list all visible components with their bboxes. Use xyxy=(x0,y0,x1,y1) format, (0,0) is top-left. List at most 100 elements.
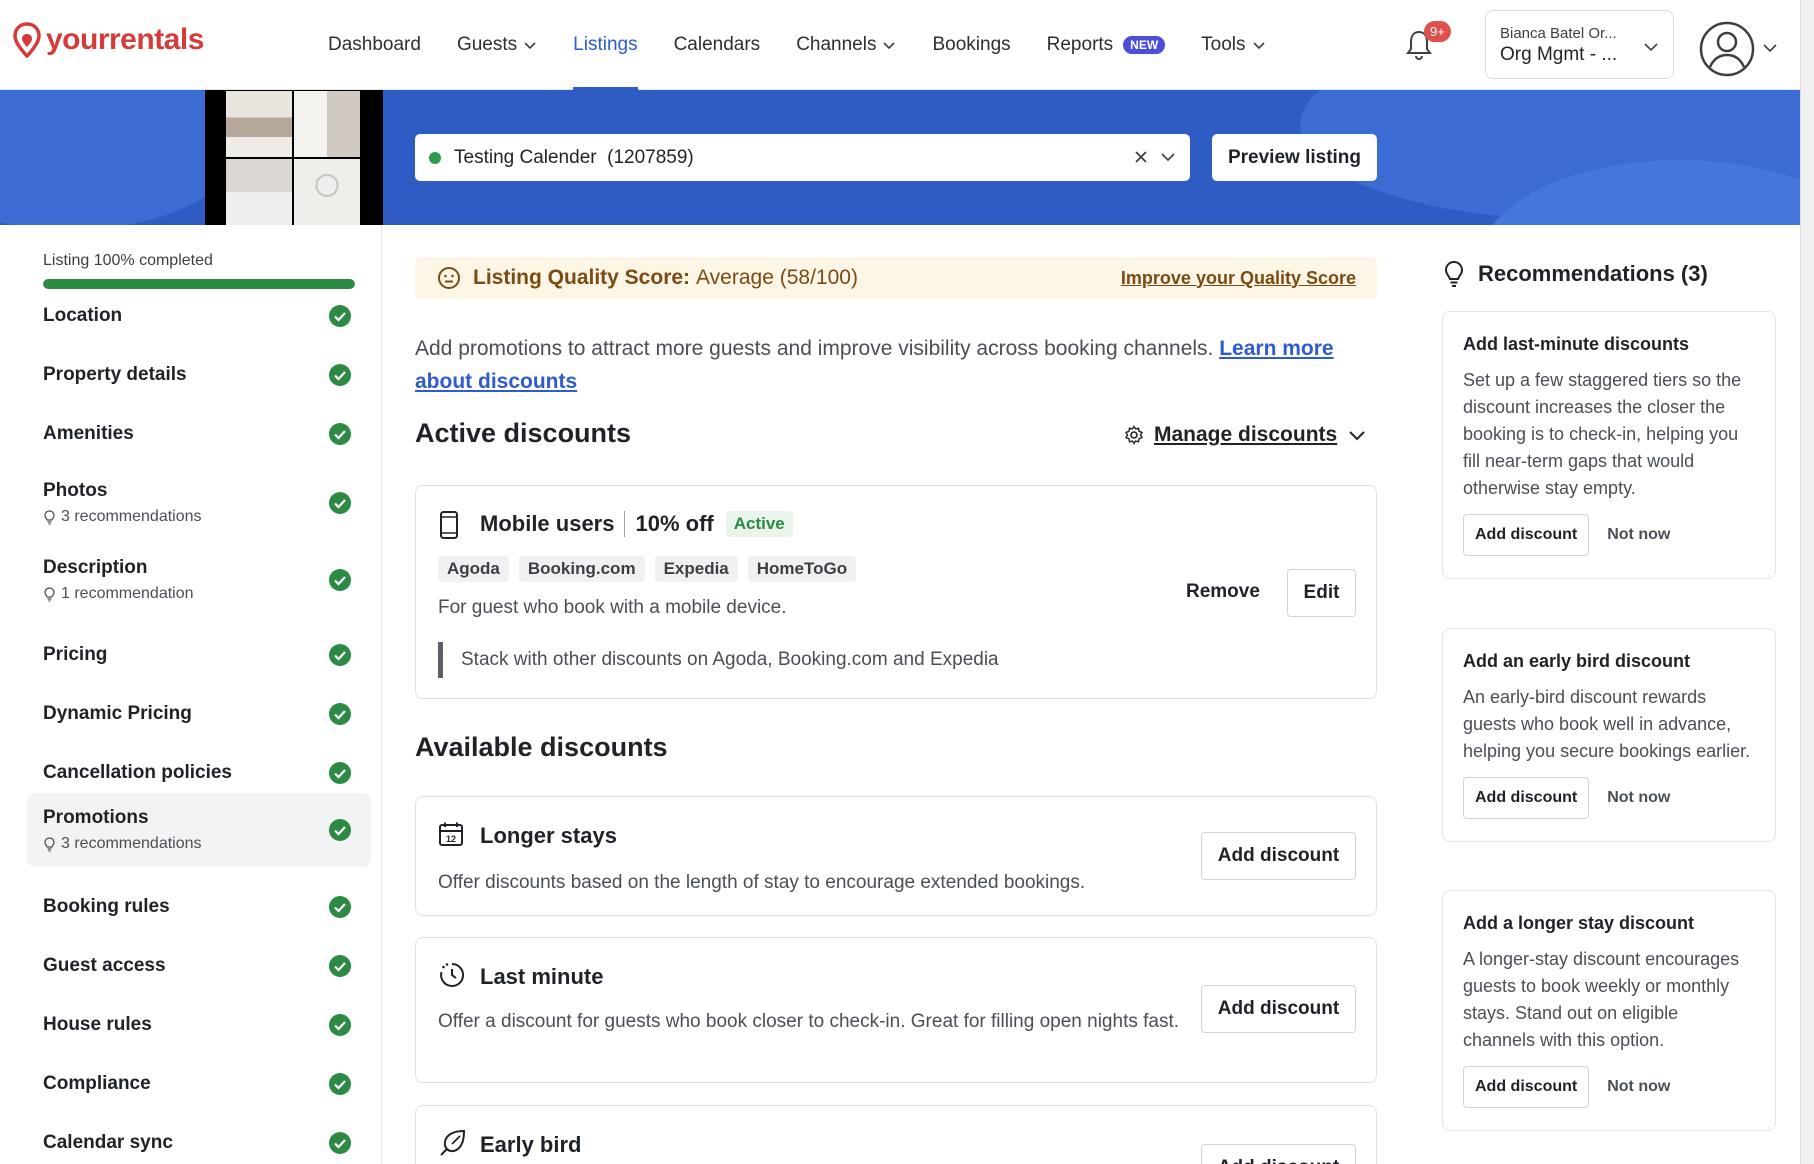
check-circle-icon xyxy=(329,569,351,591)
sidebar-item-pricing[interactable]: Pricing xyxy=(27,630,371,684)
sidebar-item-photos[interactable]: Photos 3 recommendations xyxy=(27,466,371,536)
calendar-icon: 12 xyxy=(439,822,463,846)
recommendation-description: A longer-stay discount encourages guests… xyxy=(1463,949,1740,1050)
logo[interactable]: yourrentals xyxy=(12,22,204,58)
org-name: Org Mgmt - ... xyxy=(1500,44,1618,65)
not-now-button[interactable]: Not now xyxy=(1607,526,1670,544)
chevron-down-icon xyxy=(883,42,896,50)
recommendation-title: Add an early bird discount xyxy=(1463,651,1691,671)
sidebar-item-label: House rules xyxy=(43,1014,152,1035)
sidebar-item-compliance[interactable]: Compliance xyxy=(27,1059,371,1113)
manage-discounts-label: Manage discounts xyxy=(1154,423,1338,446)
check-circle-icon xyxy=(329,762,351,784)
clear-icon[interactable] xyxy=(1132,148,1150,166)
recommendation-count: 3 recommendations xyxy=(61,835,202,852)
recommendation-title: Add a longer stay discount xyxy=(1463,913,1695,933)
sidebar-item-label: Calendar sync xyxy=(43,1132,173,1153)
edit-button[interactable]: Edit xyxy=(1287,569,1356,617)
chevron-down-icon[interactable] xyxy=(1160,149,1176,165)
sidebar-item-booking-rules[interactable]: Booking rules xyxy=(27,882,371,936)
discount-amount: 10% off xyxy=(635,511,714,536)
listing-sidebar: Listing 100% completed Location Property … xyxy=(0,225,382,1164)
main-nav: Dashboard Guests Listings Calendars Chan… xyxy=(310,0,1284,90)
check-circle-icon xyxy=(329,1073,351,1095)
gear-icon xyxy=(1124,425,1144,445)
intro-text: Add promotions to attract more guests an… xyxy=(415,337,1220,360)
sidebar-item-label: Guest access xyxy=(43,955,166,976)
nav-dashboard[interactable]: Dashboard xyxy=(310,0,439,90)
listing-photo xyxy=(226,159,292,225)
lightbulb-icon xyxy=(44,509,55,525)
check-circle-icon xyxy=(329,703,351,725)
mobile-phone-icon xyxy=(440,511,458,539)
sidebar-item-guest-access[interactable]: Guest access xyxy=(27,941,371,995)
sidebar-item-label: Pricing xyxy=(43,644,108,665)
sidebar-item-calendar-sync[interactable]: Calendar sync xyxy=(27,1118,371,1164)
check-circle-icon xyxy=(329,492,351,514)
manage-discounts-button[interactable]: Manage discounts xyxy=(1124,423,1367,447)
listing-photos[interactable] xyxy=(205,90,383,225)
org-switcher[interactable]: Bianca Batel Or... Org Mgmt - ... xyxy=(1485,10,1674,79)
nav-label: Tools xyxy=(1201,34,1246,55)
chevron-down-icon xyxy=(1644,43,1658,52)
add-discount-button[interactable]: Add discount xyxy=(1201,832,1356,880)
not-now-button[interactable]: Not now xyxy=(1607,789,1670,807)
listing-photo xyxy=(294,159,360,225)
preview-listing-button[interactable]: Preview listing xyxy=(1212,134,1377,181)
add-discount-button[interactable]: Add discount xyxy=(1463,777,1590,819)
sidebar-item-location[interactable]: Location xyxy=(27,291,371,345)
scrollbar[interactable] xyxy=(1800,0,1814,1164)
sidebar-item-amenities[interactable]: Amenities xyxy=(27,409,371,463)
quality-score-banner: Listing Quality Score: Average (58/100) … xyxy=(415,257,1377,299)
recommendations-heading: Recommendations (3) xyxy=(1442,260,1708,288)
sidebar-item-description[interactable]: Description 1 recommendation xyxy=(27,543,371,613)
sidebar-item-property-details[interactable]: Property details xyxy=(27,350,371,404)
nav-calendars[interactable]: Calendars xyxy=(656,0,779,90)
sidebar-item-label: Cancellation policies xyxy=(43,762,232,783)
notification-count-badge: 9+ xyxy=(1424,21,1451,42)
check-circle-icon xyxy=(329,1132,351,1154)
discount-option-title: Last minute xyxy=(480,964,604,989)
stack-note: Stack with other discounts on Agoda, Boo… xyxy=(438,642,999,678)
add-discount-button[interactable]: Add discount xyxy=(1463,514,1590,556)
nav-guests[interactable]: Guests xyxy=(439,0,555,90)
svg-text:12: 12 xyxy=(446,834,456,844)
sidebar-item-house-rules[interactable]: House rules xyxy=(27,1000,371,1054)
recommendation-description: Set up a few staggered tiers so the disc… xyxy=(1463,370,1742,498)
discount-option-title: Early bird xyxy=(480,1132,582,1157)
check-circle-icon xyxy=(329,423,351,445)
discount-option-last-minute: Last minute Offer a discount for guests … xyxy=(415,937,1377,1083)
chevron-down-icon[interactable] xyxy=(1762,40,1778,56)
available-discounts-heading: Available discounts xyxy=(415,732,668,762)
add-discount-button[interactable]: Add discount xyxy=(1201,985,1356,1033)
nav-label: Bookings xyxy=(932,34,1011,55)
recommendation-hint: 1 recommendation xyxy=(43,585,355,603)
recommendation-actions: Add discount Not now xyxy=(1463,777,1755,819)
not-now-button[interactable]: Not now xyxy=(1607,1078,1670,1096)
nav-tools[interactable]: Tools xyxy=(1183,0,1283,90)
user-avatar-icon[interactable] xyxy=(1698,20,1756,78)
channel-chip: Booking.com xyxy=(518,556,645,582)
bird-icon xyxy=(440,1129,466,1156)
add-discount-button[interactable]: Add discount xyxy=(1201,1144,1356,1164)
quality-score-value: Average (58/100) xyxy=(696,266,858,289)
status-dot xyxy=(429,151,441,164)
add-discount-button[interactable]: Add discount xyxy=(1463,1066,1590,1108)
discount-option-description: Offer a discount for guests who book clo… xyxy=(438,1011,1180,1032)
remove-button[interactable]: Remove xyxy=(1186,581,1260,603)
nav-reports[interactable]: Reports NEW xyxy=(1029,0,1184,90)
nav-channels[interactable]: Channels xyxy=(778,0,914,90)
recommendation-count: 3 recommendations xyxy=(61,508,202,525)
nav-bookings[interactable]: Bookings xyxy=(914,0,1028,90)
active-discount-card: Mobile users 10% off Active Agoda Bookin… xyxy=(415,485,1377,699)
channel-chips: Agoda Booking.com Expedia HomeToGo xyxy=(438,556,857,582)
completion-progress xyxy=(43,279,355,289)
listing-selector[interactable]: Testing Calender (1207859) xyxy=(415,134,1190,181)
sidebar-item-dynamic-pricing[interactable]: Dynamic Pricing xyxy=(27,689,371,743)
improve-quality-link[interactable]: Improve your Quality Score xyxy=(1121,268,1356,289)
discount-option-early-bird: Early bird Add discount xyxy=(415,1105,1377,1164)
sidebar-item-promotions[interactable]: Promotions 3 recommendations xyxy=(27,793,371,867)
nav-listings[interactable]: Listings xyxy=(555,0,655,90)
nav-label: Calendars xyxy=(673,34,761,55)
sidebar-item-label: Amenities xyxy=(43,423,134,444)
